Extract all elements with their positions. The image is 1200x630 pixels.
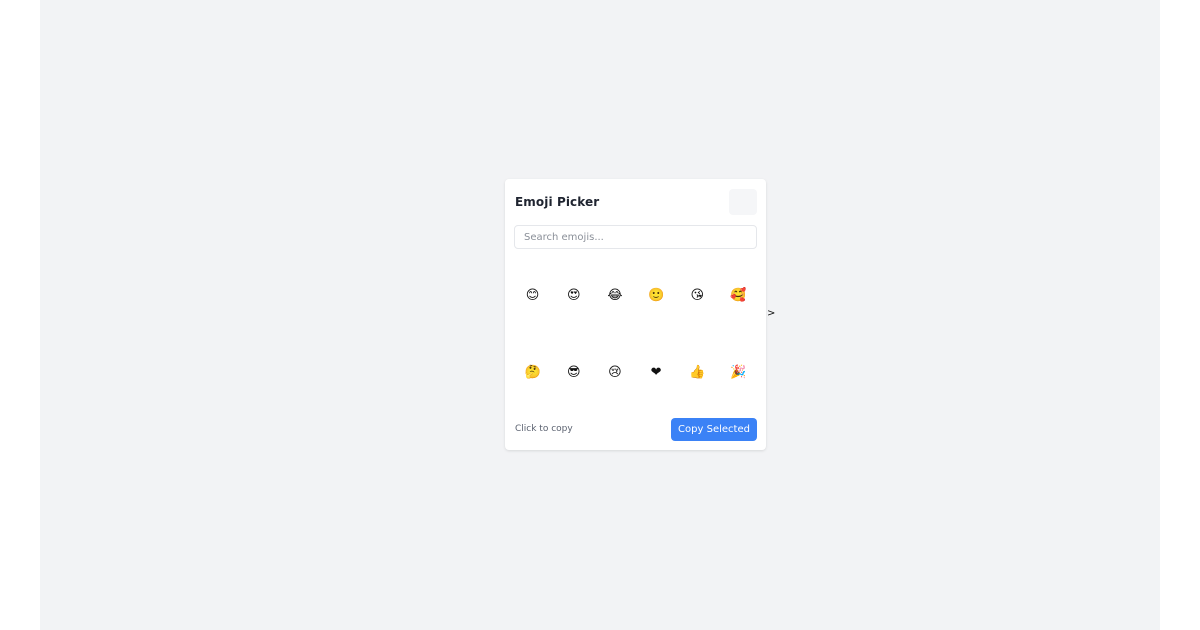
emoji-picker-panel: Emoji Picker 😊😍😂🙂😘🥰🤔😎😢❤👍🎉 Click to copy … xyxy=(505,179,766,450)
party-popper-emoji[interactable]: 🎉 xyxy=(718,334,759,411)
red-heart-emoji[interactable]: ❤ xyxy=(636,334,677,411)
blowing-kiss-emoji[interactable]: 😘 xyxy=(677,257,718,334)
stray-text: > xyxy=(767,308,776,319)
slight-smile-emoji[interactable]: 🙂 xyxy=(636,257,677,334)
sunglasses-emoji[interactable]: 😎 xyxy=(553,334,594,411)
smiling-face-emoji[interactable]: 😊 xyxy=(512,257,553,334)
tears-of-joy-emoji[interactable]: 😂 xyxy=(594,257,635,334)
close-button[interactable] xyxy=(729,189,757,215)
emoji-grid: 😊 😍 😂 🙂 😘 🥰 🤔 😎 😢 ❤ 👍 🎉 xyxy=(512,257,759,411)
copy-hint: Click to copy xyxy=(515,424,573,434)
thinking-face-emoji[interactable]: 🤔 xyxy=(512,334,553,411)
heart-eyes-emoji[interactable]: 😍 xyxy=(553,257,594,334)
thumbs-up-emoji[interactable]: 👍 xyxy=(677,334,718,411)
smiling-hearts-emoji[interactable]: 🥰 xyxy=(718,257,759,334)
page-background: Emoji Picker 😊😍😂🙂😘🥰🤔😎😢❤👍🎉 Click to copy … xyxy=(40,0,1160,630)
copy-selected-button[interactable]: Copy Selected xyxy=(671,418,757,441)
picker-title: Emoji Picker xyxy=(515,195,600,209)
search-input[interactable] xyxy=(514,225,757,249)
crying-face-emoji[interactable]: 😢 xyxy=(594,334,635,411)
